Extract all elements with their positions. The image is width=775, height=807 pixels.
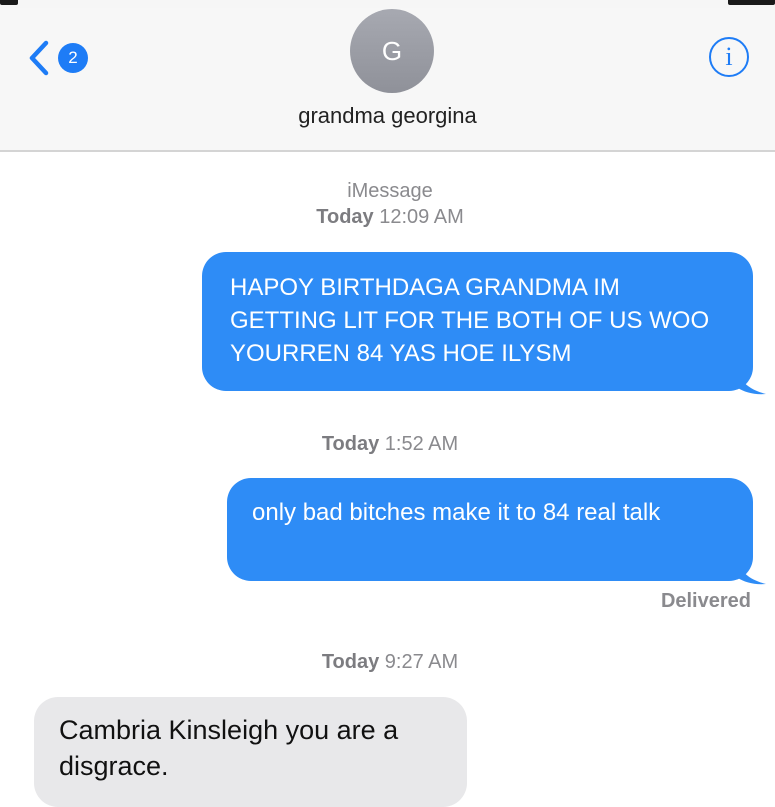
status-bar-remnant xyxy=(0,0,775,8)
message-bubble-incoming[interactable]: Cambria Kinsleigh you are a disgrace. xyxy=(34,697,467,807)
timestamp-day: Today xyxy=(316,206,374,228)
bubble-tail xyxy=(738,560,766,585)
message-text: HAPOY BIRTHDAGA GRANDMA IM GETTING LIT F… xyxy=(230,274,710,367)
timestamp-day: Today xyxy=(321,651,380,673)
timestamp-3: Today 9:27 AM xyxy=(0,650,775,674)
chevron-left-icon xyxy=(29,40,49,76)
delivered-status: Delivered xyxy=(660,590,751,612)
back-button[interactable]: 2 xyxy=(24,38,88,78)
service-label: iMessage xyxy=(347,180,433,202)
bubble-tail xyxy=(738,370,766,395)
contact-avatar[interactable]: G xyxy=(350,9,434,93)
message-text: Cambria Kinsleigh you are a disgrace. xyxy=(59,715,399,781)
timestamp-2: Today 1:52 AM xyxy=(0,432,775,456)
timestamp-time: 1:52 AM xyxy=(384,433,459,455)
conversation-header: 2 G grandma georgina i xyxy=(0,0,775,152)
contact-name[interactable]: grandma georgina xyxy=(0,103,775,129)
info-icon[interactable]: i xyxy=(709,37,749,77)
message-text: only bad bitches make it to 84 real talk xyxy=(252,499,661,526)
message-bubble-outgoing[interactable]: only bad bitches make it to 84 real talk xyxy=(227,478,753,581)
timestamp-time: 9:27 AM xyxy=(384,651,459,673)
message-bubble-outgoing[interactable]: HAPOY BIRTHDAGA GRANDMA IM GETTING LIT F… xyxy=(202,252,753,391)
timestamp-time: 12:09 AM xyxy=(379,206,464,228)
timestamp-1: Today 12:09 AM xyxy=(0,205,775,229)
timestamp-day: Today xyxy=(321,433,380,455)
unread-count-badge: 2 xyxy=(58,43,88,73)
